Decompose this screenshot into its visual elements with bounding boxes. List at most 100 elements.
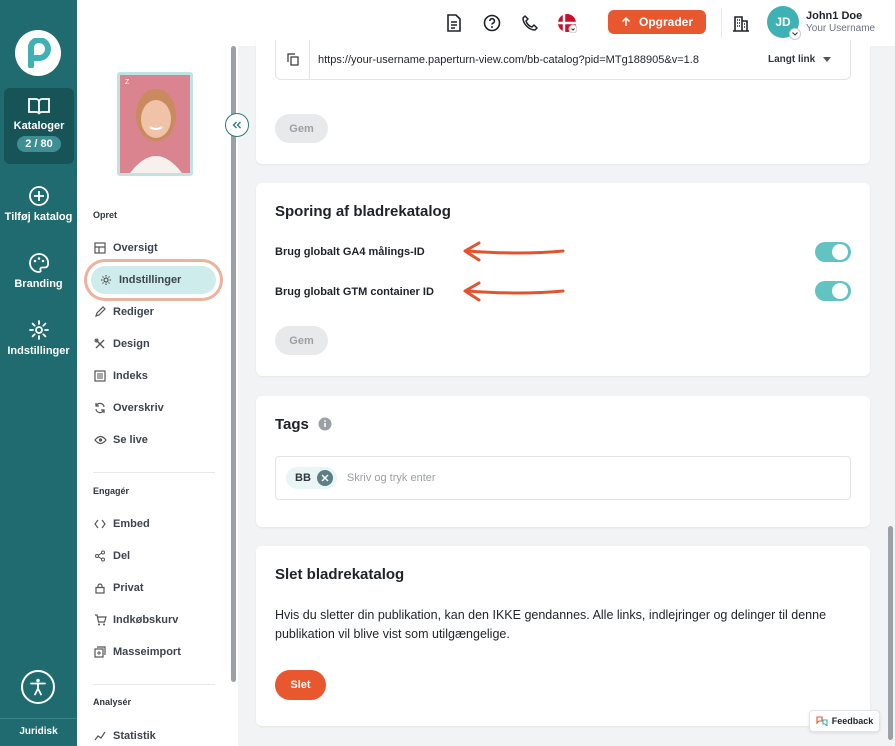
upgrade-button[interactable]: Opgrader	[608, 10, 706, 34]
layout-icon	[93, 241, 107, 255]
delete-button[interactable]: Slet	[275, 670, 326, 700]
share-icon	[93, 549, 107, 563]
catalog-url[interactable]: https://your-username.paperturn-view.com…	[310, 54, 768, 66]
rail-branding-label: Branding	[14, 278, 63, 290]
building-icon[interactable]	[731, 13, 751, 33]
plus-circle-icon	[28, 186, 49, 206]
subnav-index[interactable]: Indeks	[93, 366, 148, 386]
subnav-label: Del	[113, 550, 131, 562]
danish-flag-icon[interactable]	[557, 13, 577, 33]
subnav-scrollbar[interactable]	[231, 46, 236, 682]
subnav-label: Se live	[113, 434, 148, 446]
phone-icon[interactable]	[520, 13, 540, 33]
create-heading: Opret	[93, 210, 118, 220]
subnav-live[interactable]: Se live	[93, 430, 148, 450]
rail-add-label: Tilføj katalog	[4, 211, 73, 223]
rail-catalogs-label: Kataloger	[13, 120, 65, 132]
catalog-subnav: Z Opret Oversigt Indstillinger Rediger D…	[77, 46, 238, 746]
ga4-toggle[interactable]	[815, 242, 851, 262]
tags-card: Tags BB Skriv og tryk enter	[256, 396, 870, 527]
collapse-sidebar-button[interactable]	[225, 113, 249, 137]
catalog-link-box: https://your-username.paperturn-view.com…	[275, 39, 851, 80]
subnav-divider	[93, 684, 215, 685]
chevrons-left-icon	[232, 121, 241, 129]
gtm-toggle[interactable]	[815, 281, 851, 301]
subnav-embed[interactable]: Embed	[93, 514, 150, 534]
engage-heading: Engagér	[93, 486, 130, 496]
save-button[interactable]: Gem	[275, 326, 328, 355]
paperturn-logo[interactable]	[15, 30, 61, 76]
link-type-value: Langt link	[768, 54, 816, 65]
tracking-title: Sporing af bladrekatalog	[275, 203, 451, 220]
code-icon	[93, 517, 107, 531]
annotation-arrow	[463, 281, 565, 302]
tracking-card: Sporing af bladrekatalog Brug globalt GA…	[256, 183, 870, 376]
catalog-count-badge: 2 / 80	[17, 136, 61, 152]
user-avatar[interactable]: JD	[767, 6, 801, 40]
gtm-label: Brug globalt GTM container ID	[275, 286, 434, 298]
subnav-divider	[93, 472, 215, 473]
save-button[interactable]: Gem	[275, 114, 328, 143]
subnav-label: Rediger	[113, 306, 154, 318]
analyze-heading: Analysér	[93, 697, 132, 707]
subnav-cart[interactable]: Indkøbskurv	[93, 610, 178, 630]
user-name: John1 Doe	[806, 10, 863, 22]
tags-title: Tags	[275, 416, 309, 433]
subnav-design[interactable]: Design	[93, 334, 150, 354]
feedback-button[interactable]: Feedback	[809, 710, 880, 732]
subnav-statistics[interactable]: Statistik	[93, 726, 156, 746]
link-type-select[interactable]: Langt link	[768, 54, 850, 65]
pencil-icon	[93, 305, 107, 319]
avatar-initials: JD	[775, 15, 791, 29]
feedback-icon	[816, 716, 828, 726]
copy-icon[interactable]	[276, 39, 310, 80]
help-icon[interactable]	[482, 13, 502, 33]
subnav-private[interactable]: Privat	[93, 578, 144, 598]
rail-branding[interactable]: Branding	[0, 252, 77, 290]
delete-title: Slet bladrekatalog	[275, 566, 405, 583]
thumbnail-caption: Z	[125, 79, 130, 86]
tag-input[interactable]: BB Skriv og tryk enter	[275, 456, 851, 500]
legal-link[interactable]: Juridisk	[0, 718, 77, 746]
tools-icon	[93, 337, 107, 351]
subnav-overwrite[interactable]: Overskriv	[93, 398, 164, 418]
palette-icon	[28, 253, 49, 273]
lock-icon	[93, 581, 107, 595]
subnav-settings[interactable]: Indstillinger	[91, 266, 216, 294]
toggle-knob	[832, 283, 848, 299]
main-scrollbar[interactable]	[888, 526, 893, 740]
chevron-down-icon	[789, 28, 801, 40]
feedback-label: Feedback	[831, 716, 874, 726]
info-icon[interactable]	[318, 417, 332, 431]
subnav-overview[interactable]: Oversigt	[93, 238, 158, 258]
subnav-label: Privat	[113, 582, 144, 594]
tag-placeholder: Skriv og tryk enter	[346, 472, 436, 484]
subnav-label: Statistik	[113, 730, 156, 742]
list-icon	[93, 369, 107, 383]
left-rail: Kataloger 2 / 80 Tilføj katalog Branding…	[0, 0, 77, 746]
user-username: Your Username	[806, 23, 876, 34]
subnav-label: Indstillinger	[119, 274, 182, 286]
cart-icon	[93, 613, 107, 627]
subnav-label: Oversigt	[113, 242, 158, 254]
subnav-edit[interactable]: Rediger	[93, 302, 154, 322]
subnav-label: Overskriv	[113, 402, 164, 414]
rail-settings[interactable]: Indstillinger	[0, 319, 77, 357]
caret-down-icon	[823, 57, 832, 62]
catalog-thumbnail[interactable]: Z	[117, 72, 193, 176]
accessibility-icon[interactable]	[21, 670, 55, 704]
subnav-mass-import[interactable]: Masseimport	[93, 642, 181, 662]
gear-icon	[99, 273, 113, 287]
subnav-share[interactable]: Del	[93, 546, 130, 566]
tag-chip: BB	[286, 467, 337, 489]
rail-add-catalog[interactable]: Tilføj katalog	[0, 185, 77, 223]
rail-settings-label: Indstillinger	[7, 345, 70, 357]
delete-description: Hvis du sletter din publikation, kan den…	[275, 608, 827, 641]
arrow-up-icon	[621, 17, 631, 26]
delete-card: Slet bladrekatalog Hvis du sletter din p…	[256, 546, 870, 726]
close-icon[interactable]	[316, 470, 333, 486]
rail-catalogs[interactable]: Kataloger 2 / 80	[4, 88, 74, 164]
document-icon[interactable]	[444, 13, 464, 33]
annotation-arrow	[463, 241, 565, 262]
upgrade-label: Opgrader	[638, 15, 693, 29]
